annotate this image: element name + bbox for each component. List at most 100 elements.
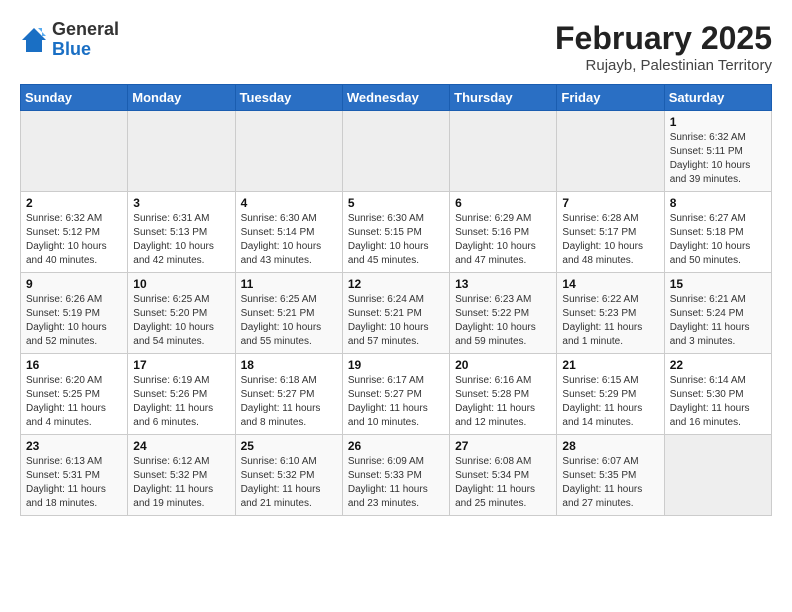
day-number: 22 (670, 358, 766, 372)
day-number: 11 (241, 277, 337, 291)
calendar-cell (128, 111, 235, 192)
calendar-cell: 23Sunrise: 6:13 AM Sunset: 5:31 PM Dayli… (21, 435, 128, 516)
calendar-cell: 3Sunrise: 6:31 AM Sunset: 5:13 PM Daylig… (128, 192, 235, 273)
weekday-header-friday: Friday (557, 85, 664, 111)
calendar-cell: 15 Sunrise: 6:21 AM Sunset: 5:24 PM Dayli… (664, 273, 771, 354)
calendar-cell: 20 Sunrise: 6:16 AM Sunset: 5:28 PM Dayli… (450, 354, 557, 435)
day-info: Sunrise: 6:25 AM Sunset: 5:21 PM Dayligh… (241, 293, 337, 349)
weekday-header-row: SundayMondayTuesdayWednesdayThursdayFrid… (21, 85, 772, 111)
day-number: 21 (562, 358, 658, 372)
calendar-cell: 24 Sunrise: 6:12 AM Sunset: 5:32 PM Dayli… (128, 435, 235, 516)
day-number: 18 (241, 358, 337, 372)
day-info: Sunrise: 6:23 AM Sunset: 5:22 PM Dayligh… (455, 293, 551, 349)
day-info: Sunrise: 6:29 AM Sunset: 5:16 PM Dayligh… (455, 212, 551, 268)
day-number: 1 (670, 115, 766, 129)
weekday-header-sunday: Sunday (21, 85, 128, 111)
day-number: 3 (133, 196, 229, 210)
day-info: Sunrise: 6:30 AM Sunset: 5:15 PM Dayligh… (348, 212, 444, 268)
day-info: Sunrise: 6:18 AM Sunset: 5:27 PM Dayligh… (241, 374, 337, 430)
day-number: 2 (26, 196, 122, 210)
day-number: 6 (455, 196, 551, 210)
day-info: Sunrise: 6:10 AM Sunset: 5:32 PM Dayligh… (241, 455, 337, 511)
logo-icon (20, 26, 48, 54)
day-info: Sunrise: 6:21 AM Sunset: 5:24 PM Dayligh… (670, 293, 766, 349)
calendar-cell (342, 111, 449, 192)
calendar-cell: 10 Sunrise: 6:25 AM Sunset: 5:20 PM Dayli… (128, 273, 235, 354)
weekday-header-wednesday: Wednesday (342, 85, 449, 111)
day-number: 7 (562, 196, 658, 210)
logo-general-text: General (52, 20, 119, 40)
calendar-cell: 4 Sunrise: 6:30 AM Sunset: 5:14 PM Daylig… (235, 192, 342, 273)
logo-blue-text: Blue (52, 40, 119, 60)
calendar-cell: 2 Sunrise: 6:32 AM Sunset: 5:12 PM Daylig… (21, 192, 128, 273)
calendar-cell: 8 Sunrise: 6:27 AM Sunset: 5:18 PM Daylig… (664, 192, 771, 273)
calendar-cell: 17 Sunrise: 6:19 AM Sunset: 5:26 PM Dayli… (128, 354, 235, 435)
day-info: Sunrise: 6:16 AM Sunset: 5:28 PM Dayligh… (455, 374, 551, 430)
month-year: February 2025 (555, 20, 772, 57)
calendar-cell (450, 111, 557, 192)
calendar-cell (21, 111, 128, 192)
calendar-cell: 12 Sunrise: 6:24 AM Sunset: 5:21 PM Dayli… (342, 273, 449, 354)
calendar-week-row: 16Sunrise: 6:20 AM Sunset: 5:25 PM Dayli… (21, 354, 772, 435)
calendar-week-row: 23Sunrise: 6:13 AM Sunset: 5:31 PM Dayli… (21, 435, 772, 516)
calendar-week-row: 1 Sunrise: 6:32 AM Sunset: 5:11 PM Daylig… (21, 111, 772, 192)
day-number: 20 (455, 358, 551, 372)
day-info: Sunrise: 6:13 AM Sunset: 5:31 PM Dayligh… (26, 455, 122, 511)
calendar-cell: 25Sunrise: 6:10 AM Sunset: 5:32 PM Dayli… (235, 435, 342, 516)
day-number: 13 (455, 277, 551, 291)
calendar-cell: 11 Sunrise: 6:25 AM Sunset: 5:21 PM Dayli… (235, 273, 342, 354)
day-number: 8 (670, 196, 766, 210)
day-number: 4 (241, 196, 337, 210)
location: Rujayb, Palestinian Territory (555, 57, 772, 74)
day-info: Sunrise: 6:28 AM Sunset: 5:17 PM Dayligh… (562, 212, 658, 268)
day-info: Sunrise: 6:15 AM Sunset: 5:29 PM Dayligh… (562, 374, 658, 430)
calendar-cell: 16Sunrise: 6:20 AM Sunset: 5:25 PM Dayli… (21, 354, 128, 435)
calendar-cell: 21 Sunrise: 6:15 AM Sunset: 5:29 PM Dayli… (557, 354, 664, 435)
day-info: Sunrise: 6:32 AM Sunset: 5:12 PM Dayligh… (26, 212, 122, 268)
day-number: 12 (348, 277, 444, 291)
day-info: Sunrise: 6:27 AM Sunset: 5:18 PM Dayligh… (670, 212, 766, 268)
weekday-header-tuesday: Tuesday (235, 85, 342, 111)
day-info: Sunrise: 6:12 AM Sunset: 5:32 PM Dayligh… (133, 455, 229, 511)
calendar-cell: 7 Sunrise: 6:28 AM Sunset: 5:17 PM Daylig… (557, 192, 664, 273)
calendar-week-row: 9 Sunrise: 6:26 AM Sunset: 5:19 PM Daylig… (21, 273, 772, 354)
logo: General Blue (20, 20, 119, 60)
day-info: Sunrise: 6:25 AM Sunset: 5:20 PM Dayligh… (133, 293, 229, 349)
day-number: 15 (670, 277, 766, 291)
day-info: Sunrise: 6:24 AM Sunset: 5:21 PM Dayligh… (348, 293, 444, 349)
calendar-cell: 27 Sunrise: 6:08 AM Sunset: 5:34 PM Dayli… (450, 435, 557, 516)
calendar-cell: 9 Sunrise: 6:26 AM Sunset: 5:19 PM Daylig… (21, 273, 128, 354)
calendar-table: SundayMondayTuesdayWednesdayThursdayFrid… (20, 84, 772, 516)
day-number: 24 (133, 439, 229, 453)
day-info: Sunrise: 6:30 AM Sunset: 5:14 PM Dayligh… (241, 212, 337, 268)
day-number: 10 (133, 277, 229, 291)
calendar-cell (557, 111, 664, 192)
day-number: 5 (348, 196, 444, 210)
calendar-cell: 5 Sunrise: 6:30 AM Sunset: 5:15 PM Daylig… (342, 192, 449, 273)
calendar-cell: 19Sunrise: 6:17 AM Sunset: 5:27 PM Dayli… (342, 354, 449, 435)
day-number: 14 (562, 277, 658, 291)
day-info: Sunrise: 6:26 AM Sunset: 5:19 PM Dayligh… (26, 293, 122, 349)
day-number: 28 (562, 439, 658, 453)
day-number: 27 (455, 439, 551, 453)
day-number: 17 (133, 358, 229, 372)
day-info: Sunrise: 6:19 AM Sunset: 5:26 PM Dayligh… (133, 374, 229, 430)
calendar-cell: 1 Sunrise: 6:32 AM Sunset: 5:11 PM Daylig… (664, 111, 771, 192)
day-info: Sunrise: 6:22 AM Sunset: 5:23 PM Dayligh… (562, 293, 658, 349)
calendar-week-row: 2 Sunrise: 6:32 AM Sunset: 5:12 PM Daylig… (21, 192, 772, 273)
day-info: Sunrise: 6:32 AM Sunset: 5:11 PM Dayligh… (670, 131, 766, 187)
day-info: Sunrise: 6:14 AM Sunset: 5:30 PM Dayligh… (670, 374, 766, 430)
day-info: Sunrise: 6:09 AM Sunset: 5:33 PM Dayligh… (348, 455, 444, 511)
day-number: 9 (26, 277, 122, 291)
calendar-cell: 26 Sunrise: 6:09 AM Sunset: 5:33 PM Dayli… (342, 435, 449, 516)
day-info: Sunrise: 6:07 AM Sunset: 5:35 PM Dayligh… (562, 455, 658, 511)
weekday-header-thursday: Thursday (450, 85, 557, 111)
day-number: 26 (348, 439, 444, 453)
day-number: 19 (348, 358, 444, 372)
calendar-cell: 13 Sunrise: 6:23 AM Sunset: 5:22 PM Dayli… (450, 273, 557, 354)
weekday-header-monday: Monday (128, 85, 235, 111)
calendar-cell (235, 111, 342, 192)
calendar-cell: 28 Sunrise: 6:07 AM Sunset: 5:35 PM Dayli… (557, 435, 664, 516)
day-info: Sunrise: 6:20 AM Sunset: 5:25 PM Dayligh… (26, 374, 122, 430)
day-info: Sunrise: 6:08 AM Sunset: 5:34 PM Dayligh… (455, 455, 551, 511)
